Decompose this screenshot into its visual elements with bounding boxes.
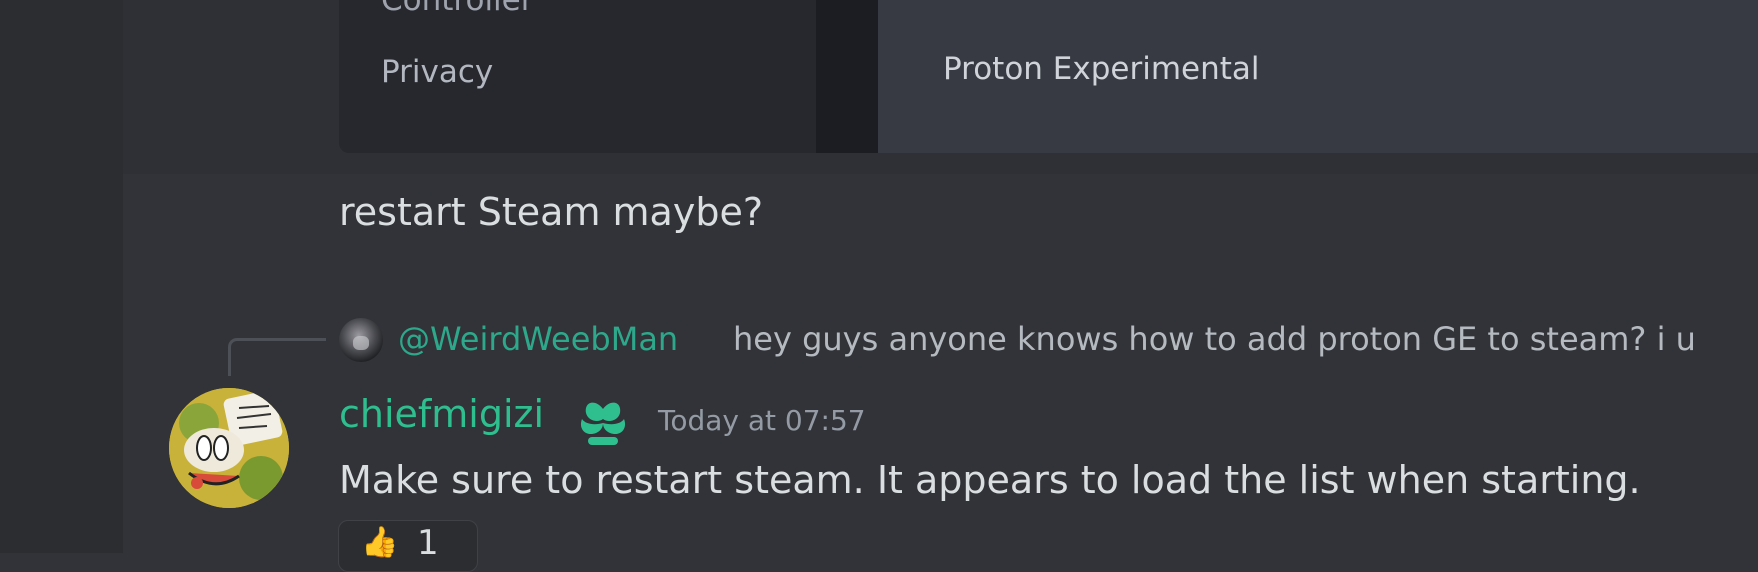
attachment-divider (816, 0, 878, 153)
menu-item-controller: Controller (381, 0, 534, 18)
attachment-settings-menu: Controller Privacy (339, 0, 816, 153)
image-attachment[interactable]: Controller Privacy Proton Experimental (339, 0, 1758, 153)
server-sidebar-edge (0, 0, 123, 553)
reaction-count: 1 (417, 523, 439, 563)
message-timestamp[interactable]: Today at 07:57 (658, 404, 866, 437)
reply-mention-link[interactable]: @WeirdWeebMan (398, 320, 678, 358)
chat-messages-area: Controller Privacy Proton Experimental r… (123, 0, 1758, 572)
leaf-badge-icon[interactable] (574, 397, 632, 447)
message-author[interactable]: chiefmigizi (339, 392, 544, 436)
menu-item-privacy: Privacy (381, 54, 494, 90)
reply-connector (228, 338, 326, 376)
reply-preview-text[interactable]: hey guys anyone knows how to add proton … (733, 320, 1696, 358)
attachment-compat-list: Proton Experimental (878, 0, 1758, 153)
avatar-image (169, 388, 289, 508)
reaction-button[interactable]: 👍 1 (338, 520, 478, 572)
reply-author-avatar[interactable] (339, 318, 383, 362)
avatar[interactable] (169, 388, 289, 508)
message-content: Make sure to restart steam. It appears t… (339, 458, 1641, 502)
compat-item-proton-experimental: Proton Experimental (943, 51, 1260, 87)
message-content: restart Steam maybe? (339, 190, 763, 234)
thumbs-up-icon: 👍 (361, 525, 399, 560)
